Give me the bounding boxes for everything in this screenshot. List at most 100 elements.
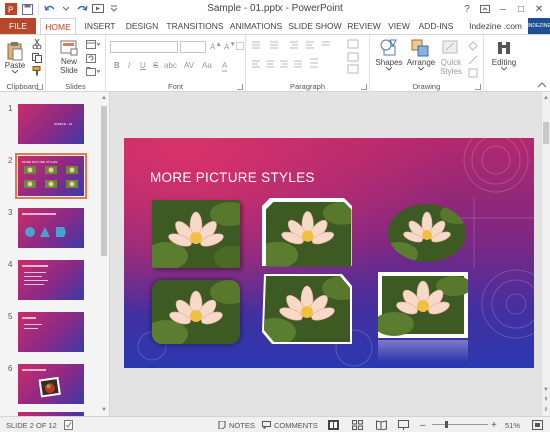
lotus-picture-6-reflection[interactable]	[378, 272, 468, 364]
zoom-slider[interactable]	[432, 421, 488, 428]
shapes-button[interactable]: Shapes	[374, 38, 404, 71]
lotus-image	[262, 274, 352, 344]
editing-button[interactable]: Editing	[486, 38, 522, 71]
drawing-group: Shapes Arrange Quick Styles Drawing	[370, 35, 484, 92]
text-shadow-button[interactable]: abc	[164, 61, 177, 70]
reading-view-icon[interactable]	[376, 420, 387, 430]
thumbnail-scrollbar[interactable]: ▲ ▼	[100, 92, 108, 416]
spelling-check-icon[interactable]	[64, 420, 74, 430]
fit-slide-to-window-icon[interactable]	[532, 420, 543, 430]
cut-icon[interactable]	[32, 39, 42, 49]
collapse-ribbon-icon[interactable]	[538, 82, 546, 88]
italic-button[interactable]: I	[128, 61, 130, 70]
scrollbar-thumb[interactable]	[543, 122, 549, 144]
drawing-launcher-icon[interactable]	[475, 84, 481, 90]
minimize-button[interactable]: –	[494, 0, 512, 18]
paragraph-launcher-icon[interactable]	[361, 84, 367, 90]
font-group: A▲ A▼ B I U S abc AV Aa A Font	[106, 35, 246, 92]
ribbon-home: Paste Clipboard New Slide Slides A▲ A▼ B…	[0, 34, 550, 92]
user-account[interactable]: Indezine .com INDEZINE	[469, 18, 550, 34]
scrollbar-thumb[interactable]	[101, 106, 107, 256]
help-button[interactable]: ?	[458, 0, 476, 18]
tab-animations[interactable]: ANIMATIONS	[228, 18, 284, 34]
reset-slide-icon[interactable]	[86, 54, 100, 64]
maximize-button[interactable]: □	[512, 0, 530, 18]
new-slide-label: New	[60, 57, 77, 66]
ribbon-display-options-icon[interactable]	[476, 0, 494, 18]
shape-effects-icon[interactable]	[468, 68, 478, 78]
lotus-picture-5[interactable]	[260, 272, 354, 346]
lotus-image	[262, 198, 352, 267]
thumbnail-shapes	[22, 213, 66, 237]
scroll-down-icon[interactable]: ▼	[542, 386, 550, 394]
grow-font-icon[interactable]: A▲	[210, 41, 222, 52]
format-painter-icon[interactable]	[32, 66, 42, 76]
lotus-picture-2[interactable]	[260, 196, 354, 268]
normal-view-icon[interactable]	[328, 420, 339, 430]
shrink-font-icon[interactable]: A▼	[224, 41, 236, 52]
lotus-picture-1[interactable]	[152, 200, 240, 268]
editing-group: Editing	[484, 35, 524, 92]
previous-slide-icon[interactable]: ⇞	[542, 396, 550, 404]
shape-outline-icon[interactable]	[468, 55, 478, 65]
slides-group: New Slide Slides	[46, 35, 106, 92]
next-slide-icon[interactable]: ⇟	[542, 406, 550, 414]
font-name-combo[interactable]	[110, 41, 178, 53]
tab-home[interactable]: HOME	[40, 18, 76, 35]
lotus-picture-3-oval[interactable]	[386, 202, 468, 264]
zoom-level[interactable]: 51%	[505, 417, 520, 432]
close-button[interactable]: ✕	[530, 0, 548, 18]
section-icon[interactable]	[86, 67, 100, 77]
font-color-button[interactable]: A	[222, 61, 228, 72]
current-slide[interactable]: MORE PICTURE STYLES	[124, 138, 534, 368]
zoom-out-button[interactable]: –	[420, 417, 426, 432]
clear-formatting-icon[interactable]	[236, 42, 244, 50]
tab-design[interactable]: DESIGN	[122, 18, 162, 34]
comments-button[interactable]: COMMENTS	[262, 417, 318, 432]
thumbnail-number: 2	[8, 156, 13, 165]
new-slide-icon	[60, 40, 78, 56]
tab-add-ins[interactable]: ADD-INS	[416, 18, 456, 34]
slide-title[interactable]: MORE PICTURE STYLES	[150, 170, 315, 185]
thumbnail-image: MORE PICTURE STYLES	[15, 153, 87, 199]
tab-insert[interactable]: INSERT	[80, 18, 120, 34]
thumbnail-photo	[22, 369, 61, 398]
zoom-slider-thumb[interactable]	[444, 421, 448, 428]
new-slide-button[interactable]: New Slide	[56, 39, 82, 75]
scroll-down-icon[interactable]: ▼	[100, 406, 108, 414]
notes-button[interactable]: NOTES	[218, 417, 255, 432]
copy-icon[interactable]	[32, 53, 42, 63]
character-spacing-button[interactable]: AV	[184, 61, 194, 70]
scroll-up-icon[interactable]: ▲	[100, 94, 108, 102]
font-group-label: Font	[167, 82, 183, 91]
tab-view[interactable]: VIEW	[384, 18, 414, 34]
zoom-in-button[interactable]: +	[491, 417, 497, 432]
paste-icon	[7, 42, 23, 61]
tab-file[interactable]: FILE	[0, 18, 36, 34]
slide-sorter-view-icon[interactable]	[352, 420, 363, 430]
layout-icon[interactable]	[86, 40, 100, 50]
thumbnail-image: SAMPLE - 01	[18, 104, 84, 144]
paste-button[interactable]: Paste	[3, 41, 27, 74]
font-launcher-icon[interactable]	[237, 84, 243, 90]
arrange-button[interactable]: Arrange	[404, 38, 438, 71]
lotus-picture-4[interactable]	[152, 280, 240, 344]
thumbnail-image	[18, 208, 84, 248]
tab-review[interactable]: REVIEW	[346, 18, 382, 34]
shape-fill-icon[interactable]	[468, 41, 478, 51]
tab-transitions[interactable]: TRANSITIONS	[164, 18, 226, 34]
tab-slide-show[interactable]: SLIDE SHOW	[286, 18, 344, 34]
quick-styles-button[interactable]: Quick Styles	[436, 38, 466, 76]
slide-scrollbar[interactable]: ▲ ▼ ⇞ ⇟	[541, 92, 550, 416]
clipboard-launcher-icon[interactable]	[37, 84, 43, 90]
underline-button[interactable]: U	[140, 61, 146, 70]
slide-show-view-icon[interactable]	[398, 420, 409, 430]
change-case-button[interactable]: Aa	[202, 61, 212, 70]
bold-button[interactable]: B	[114, 61, 120, 70]
thumbnail-image	[18, 364, 84, 404]
paragraph-tools-icon[interactable]	[248, 39, 368, 79]
strikethrough-button[interactable]: S	[153, 61, 158, 70]
scroll-up-icon[interactable]: ▲	[542, 94, 550, 102]
thumbnail-number: 3	[8, 208, 13, 217]
font-size-combo[interactable]	[180, 41, 206, 53]
